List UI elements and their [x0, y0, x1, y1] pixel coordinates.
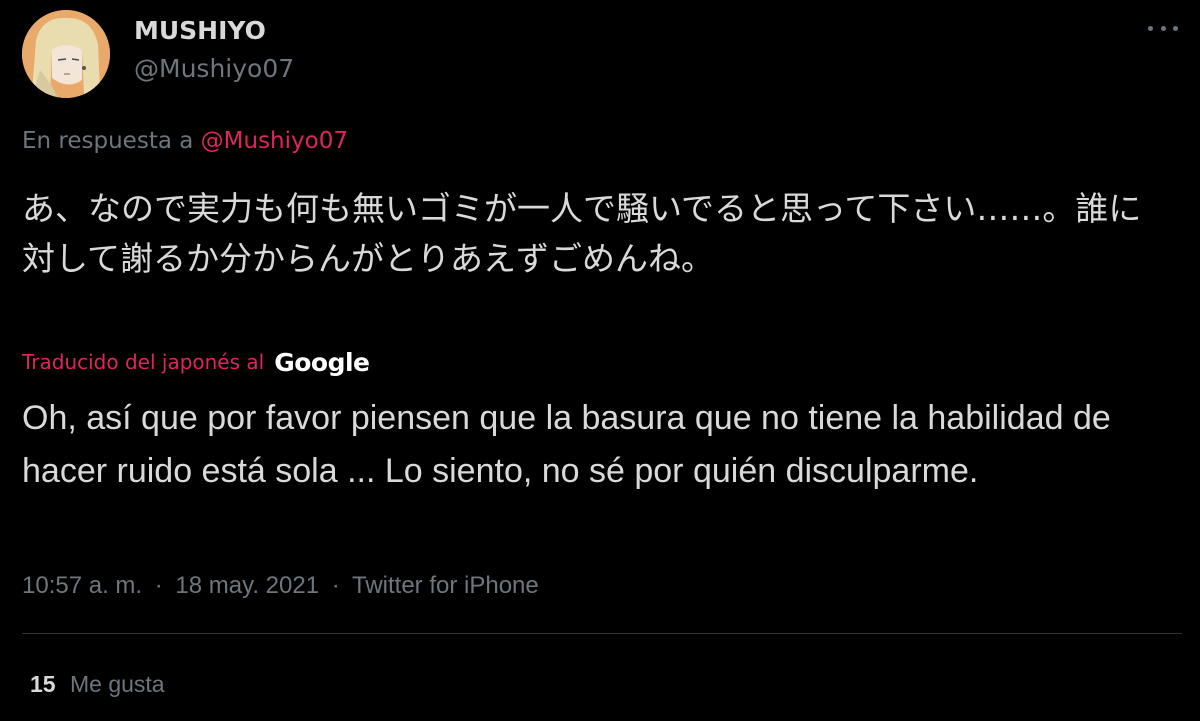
tweet-source[interactable]: Twitter for iPhone	[352, 572, 539, 599]
avatar-illustration	[22, 10, 110, 98]
tweet-time[interactable]: 10:57 a. m.	[22, 572, 142, 599]
author-display-name[interactable]: MUSHIYO	[134, 16, 266, 45]
tweet-date[interactable]: 18 may. 2021	[175, 572, 319, 599]
reply-mention-link[interactable]: @Mushiyo07	[201, 128, 348, 154]
likes-label: Me gusta	[69, 671, 165, 697]
tweet-meta: 10:57 a. m. · 18 may. 2021 · Twitter for…	[22, 572, 539, 600]
more-dot	[1148, 25, 1153, 31]
tweet-header: MUSHIYO @Mushiyo07	[22, 8, 1182, 98]
reply-prefix: En respuesta a	[22, 128, 194, 154]
likes-count: 15	[30, 671, 56, 697]
more-dot	[1173, 25, 1178, 31]
meta-separator: ·	[331, 572, 340, 599]
tweet-original-text: あ、なので実力も何も無いゴミが一人で騒いでると思って下さい……。誰に対して謝るか…	[22, 189, 1142, 278]
translation-attribution: Traducido del japonés al Google	[22, 346, 370, 378]
tweet-translated-text: Oh, así que por favor piensen que la bas…	[22, 399, 1111, 490]
likes-stat[interactable]: 15 Me gusta	[30, 671, 165, 698]
translation-label: Traducido del japonés al	[22, 350, 265, 374]
google-logo: Google	[274, 347, 370, 377]
more-horizontal-icon[interactable]	[1148, 22, 1178, 34]
divider	[22, 633, 1182, 634]
reply-context: En respuesta a @Mushiyo07	[22, 128, 348, 154]
avatar[interactable]	[22, 10, 110, 98]
more-dot	[1160, 25, 1166, 31]
meta-separator: ·	[154, 572, 163, 599]
author-handle[interactable]: @Mushiyo07	[134, 54, 294, 83]
